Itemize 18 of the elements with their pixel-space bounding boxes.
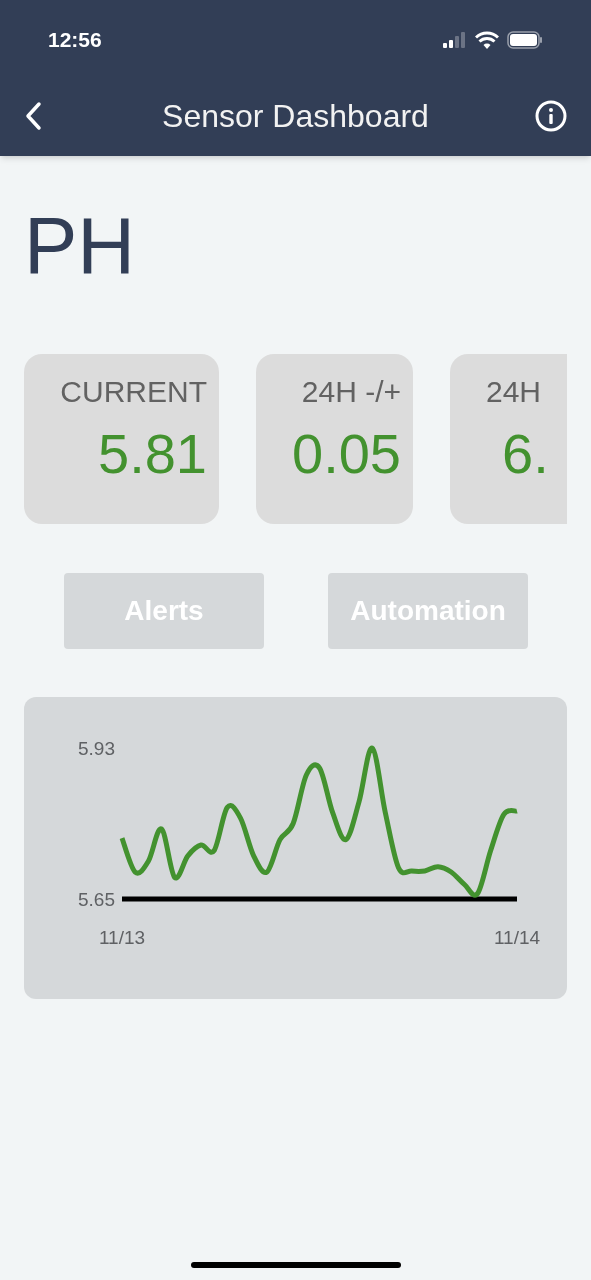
back-icon xyxy=(24,101,42,131)
y-tick-label: 5.93 xyxy=(78,738,115,759)
x-tick-label: 11/14 xyxy=(493,927,541,948)
info-icon xyxy=(535,100,567,132)
stat-value: 6. xyxy=(502,422,549,486)
stat-label: CURRENT xyxy=(60,374,207,410)
battery-icon xyxy=(507,31,543,49)
screen-title: Sensor Dashboard xyxy=(162,97,429,136)
signal-icon xyxy=(443,32,467,48)
stat-label: 24H -/+ xyxy=(301,374,401,410)
status-time: 12:56 xyxy=(48,27,102,54)
wifi-icon xyxy=(475,31,499,49)
stat-value: 0.05 xyxy=(292,422,401,486)
y-tick-label: 5.65 xyxy=(78,889,115,910)
stat-value: 5.81 xyxy=(98,422,207,486)
x-tick-label: 11/13 xyxy=(98,927,146,948)
sensor-name: PH xyxy=(24,201,136,290)
stat-label: 24H xyxy=(486,374,542,410)
